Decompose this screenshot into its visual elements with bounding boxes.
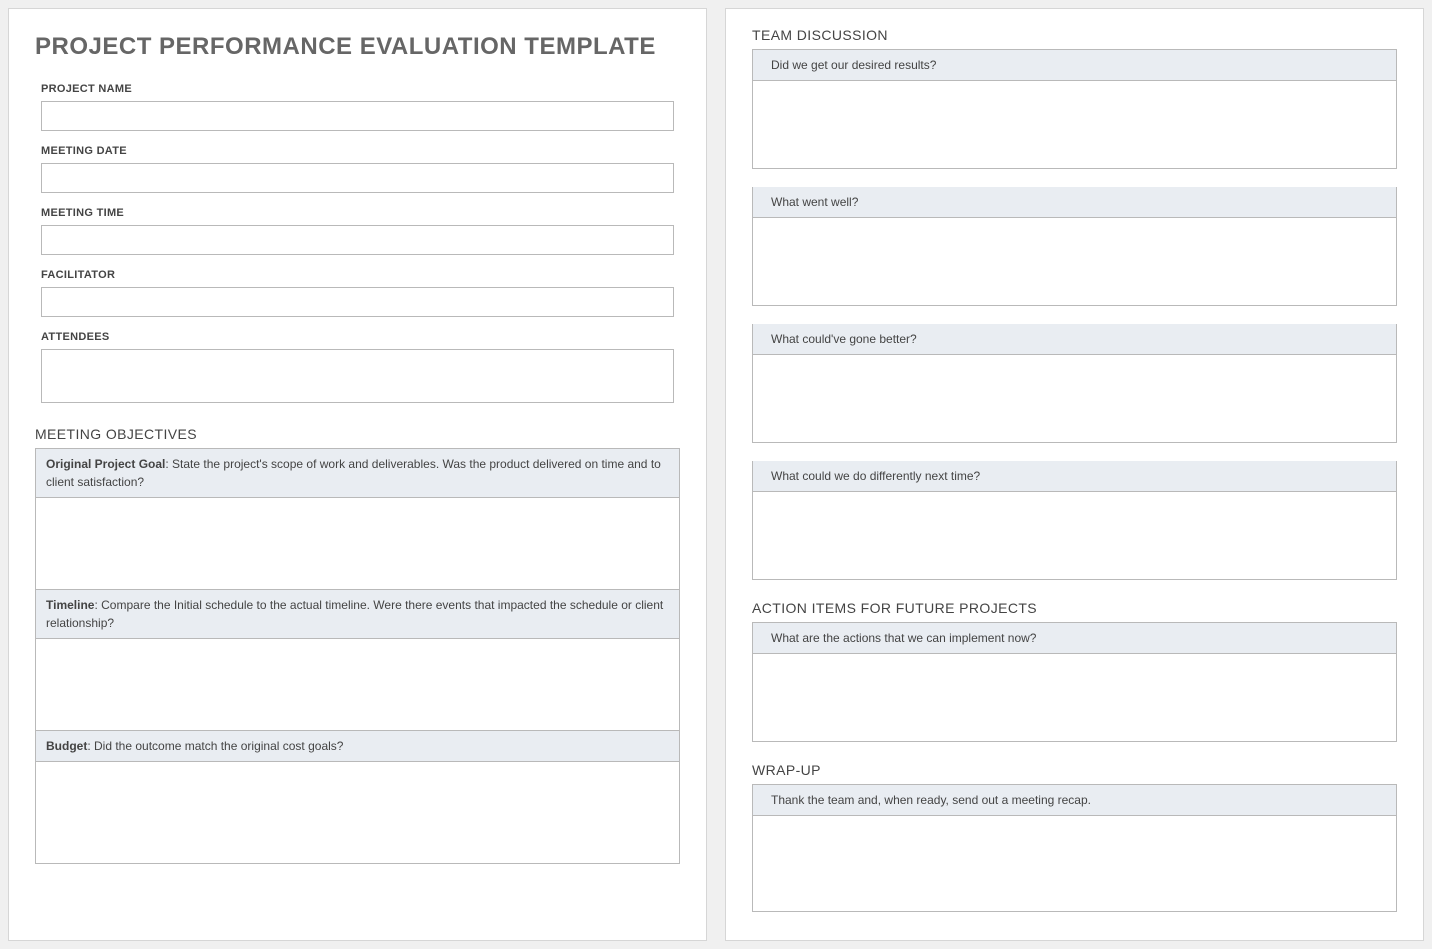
label-meeting-time: MEETING TIME bbox=[41, 207, 674, 219]
objective-block-budget: Budget: Did the outcome match the origin… bbox=[35, 731, 680, 864]
label-project-name: PROJECT NAME bbox=[41, 83, 674, 95]
page-wrap: PROJECT PERFORMANCE EVALUATION TEMPLATE … bbox=[8, 8, 1424, 941]
discussion-input-well[interactable] bbox=[753, 217, 1396, 305]
discussion-prompt-differently: What could we do differently next time? bbox=[753, 461, 1396, 491]
objective-lead-timeline: Timeline bbox=[46, 598, 94, 612]
team-discussion-group: Did we get our desired results? What wen… bbox=[752, 49, 1397, 580]
field-project-name: PROJECT NAME bbox=[35, 83, 680, 131]
objective-block-timeline: Timeline: Compare the Initial schedule t… bbox=[35, 590, 680, 731]
input-project-name[interactable] bbox=[41, 101, 674, 131]
field-attendees: ATTENDEES bbox=[35, 331, 680, 406]
discussion-block-well: What went well? bbox=[752, 187, 1397, 306]
wrapup-prompt: Thank the team and, when ready, send out… bbox=[753, 785, 1396, 815]
label-attendees: ATTENDEES bbox=[41, 331, 674, 343]
discussion-prompt-results: Did we get our desired results? bbox=[753, 50, 1396, 80]
input-meeting-time[interactable] bbox=[41, 225, 674, 255]
wrapup-input[interactable] bbox=[753, 815, 1396, 911]
objective-header-budget: Budget: Did the outcome match the origin… bbox=[36, 731, 679, 761]
field-meeting-time: MEETING TIME bbox=[35, 207, 680, 255]
label-meeting-date: MEETING DATE bbox=[41, 145, 674, 157]
page-right: TEAM DISCUSSION Did we get our desired r… bbox=[725, 8, 1424, 941]
page-left: PROJECT PERFORMANCE EVALUATION TEMPLATE … bbox=[8, 8, 707, 941]
field-meeting-date: MEETING DATE bbox=[35, 145, 680, 193]
input-attendees[interactable] bbox=[41, 349, 674, 403]
discussion-prompt-better: What could've gone better? bbox=[753, 324, 1396, 354]
heading-action-items: ACTION ITEMS FOR FUTURE PROJECTS bbox=[752, 600, 1397, 616]
heading-meeting-objectives: MEETING OBJECTIVES bbox=[35, 426, 680, 442]
discussion-input-better[interactable] bbox=[753, 354, 1396, 442]
discussion-block-results: Did we get our desired results? bbox=[752, 49, 1397, 169]
action-input[interactable] bbox=[753, 653, 1396, 741]
wrapup-block: Thank the team and, when ready, send out… bbox=[752, 784, 1397, 912]
document-title: PROJECT PERFORMANCE EVALUATION TEMPLATE bbox=[35, 33, 680, 61]
action-prompt: What are the actions that we can impleme… bbox=[753, 623, 1396, 653]
discussion-input-differently[interactable] bbox=[753, 491, 1396, 579]
objective-input-timeline[interactable] bbox=[36, 638, 679, 730]
objective-input-budget[interactable] bbox=[36, 761, 679, 863]
discussion-block-differently: What could we do differently next time? bbox=[752, 461, 1397, 580]
input-meeting-date[interactable] bbox=[41, 163, 674, 193]
objective-lead-budget: Budget bbox=[46, 739, 87, 753]
objective-lead-goal: Original Project Goal bbox=[46, 457, 165, 471]
objective-desc-budget: : Did the outcome match the original cos… bbox=[87, 739, 343, 753]
action-block: What are the actions that we can impleme… bbox=[752, 622, 1397, 742]
objective-input-goal[interactable] bbox=[36, 497, 679, 589]
objective-header-goal: Original Project Goal: State the project… bbox=[36, 449, 679, 497]
label-facilitator: FACILITATOR bbox=[41, 269, 674, 281]
discussion-input-results[interactable] bbox=[753, 80, 1396, 168]
objective-block-goal: Original Project Goal: State the project… bbox=[35, 448, 680, 590]
objective-header-timeline: Timeline: Compare the Initial schedule t… bbox=[36, 590, 679, 638]
discussion-prompt-well: What went well? bbox=[753, 187, 1396, 217]
heading-wrap-up: WRAP-UP bbox=[752, 762, 1397, 778]
input-facilitator[interactable] bbox=[41, 287, 674, 317]
discussion-block-better: What could've gone better? bbox=[752, 324, 1397, 443]
heading-team-discussion: TEAM DISCUSSION bbox=[752, 27, 1397, 43]
objective-desc-timeline: : Compare the Initial schedule to the ac… bbox=[46, 598, 663, 630]
field-facilitator: FACILITATOR bbox=[35, 269, 680, 317]
